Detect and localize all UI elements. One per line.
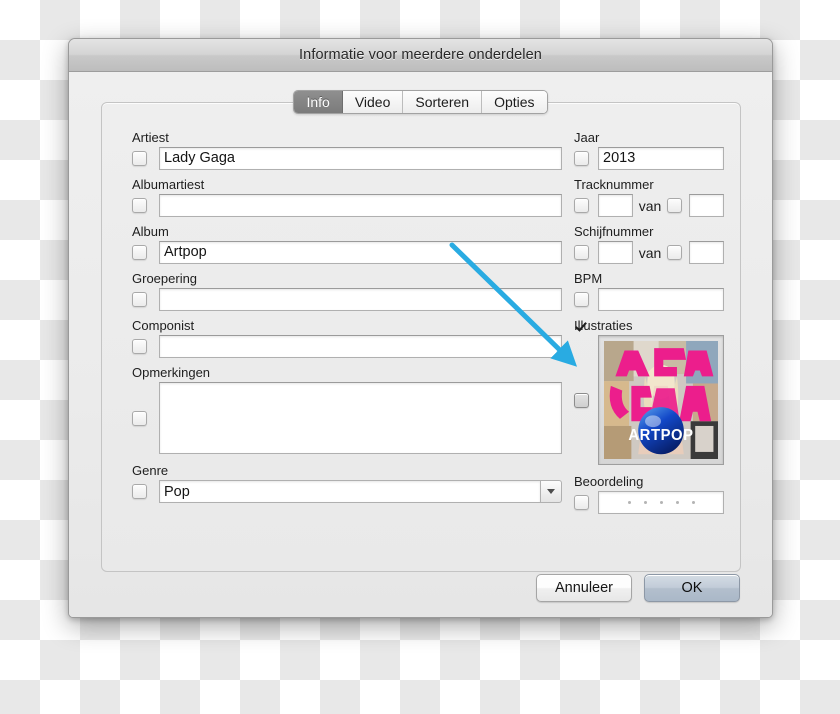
svg-text:ARTPOP: ARTPOP [628,427,693,444]
checkbox-artiest[interactable] [132,151,147,166]
row-jaar: 2013 [574,147,724,170]
textarea-opmerkingen[interactable] [159,382,562,454]
cancel-button[interactable]: Annuleer [536,574,632,602]
rating-star-3[interactable] [659,501,663,504]
field-jaar: Jaar 2013 [574,131,724,170]
tab-strip: Info Video Sorteren Opties [69,90,772,114]
tab-group: Info Video Sorteren Opties [293,90,548,114]
row-genre: Pop [132,480,562,503]
genre-select[interactable]: Pop [159,480,562,503]
input-groepering[interactable] [159,288,562,311]
label-tracknummer-van: van [638,197,662,214]
rating-star-5[interactable] [691,501,695,504]
field-illustraties: Illustraties ARTPOP [574,319,724,465]
album-artwork-image: ARTPOP [604,341,718,459]
input-tracknummer[interactable] [598,194,633,217]
row-groepering [132,288,562,311]
input-tracknummer-total[interactable] [689,194,724,217]
row-opmerkingen [132,382,562,454]
checkbox-componist[interactable] [132,339,147,354]
label-genre: Genre [132,463,169,478]
input-jaar[interactable]: 2013 [598,147,724,170]
dialog-titlebar: Informatie voor meerdere onderdelen [69,39,772,72]
right-field-column: Jaar 2013 Tracknummer van Schijfnummer v… [574,131,724,522]
checkbox-opmerkingen[interactable] [132,410,147,426]
ok-button[interactable]: OK [644,574,740,602]
row-bpm [574,288,724,311]
label-groepering: Groepering [132,271,198,286]
field-tracknummer: Tracknummer van [574,178,724,217]
field-genre: Genre Pop [132,464,562,503]
row-tracknummer: van [574,194,724,217]
row-illustraties: ARTPOP [574,335,724,465]
tab-opties[interactable]: Opties [482,91,547,113]
field-artiest: Artiest Lady Gaga [132,131,562,170]
label-illustraties: Illustraties [574,318,633,333]
label-artiest: Artiest [132,130,169,145]
row-schijfnummer: van [574,241,724,264]
checkbox-tracknummer-total[interactable] [667,198,683,213]
rating-star-1[interactable] [627,501,631,504]
field-groepering: Groepering [132,272,562,311]
label-componist: Componist [132,318,195,333]
row-album: Artpop [132,241,562,264]
row-albumartiest [132,194,562,217]
rating-star-2[interactable] [643,501,647,504]
tab-sorteren[interactable]: Sorteren [403,91,483,113]
checkbox-genre[interactable] [132,484,147,499]
info-panel: Artiest Lady Gaga Albumartiest Album Art… [101,102,741,572]
label-bpm: BPM [574,271,603,286]
label-albumartiest: Albumartiest [132,177,205,192]
checkbox-bpm[interactable] [574,292,589,307]
input-bpm[interactable] [598,288,724,311]
field-beoordeling: Beoordeling [574,475,724,514]
label-jaar: Jaar [574,130,600,145]
dialog-footer: Annuleer OK [536,574,740,602]
tab-video[interactable]: Video [342,91,404,113]
row-artiest: Lady Gaga [132,147,562,170]
checkbox-albumartiest[interactable] [132,198,147,213]
label-opmerkingen: Opmerkingen [132,365,211,380]
checkbox-beoordeling[interactable] [574,495,589,510]
dialog-body: Info Video Sorteren Opties Artiest Lady … [69,72,772,617]
checkbox-schijfnummer-total[interactable] [667,245,683,260]
checkbox-album[interactable] [132,245,147,260]
label-album: Album [132,224,169,239]
input-album[interactable]: Artpop [159,241,562,264]
row-componist [132,335,562,358]
input-albumartiest[interactable] [159,194,562,217]
label-beoordeling: Beoordeling [574,474,644,489]
dialog-title: Informatie voor meerdere onderdelen [299,47,542,63]
artwork-well[interactable]: ARTPOP [598,335,724,465]
input-schijfnummer-total[interactable] [689,241,724,264]
genre-select-value[interactable]: Pop [159,480,540,503]
label-schijfnummer: Schijfnummer [574,224,654,239]
screenshot-canvas: Informatie voor meerdere onderdelen Info… [0,0,840,714]
input-componist[interactable] [159,335,562,358]
chevron-down-icon[interactable] [540,480,562,503]
rating-control[interactable] [598,491,724,514]
rating-star-4[interactable] [675,501,679,504]
label-tracknummer: Tracknummer [574,177,654,192]
input-schijfnummer[interactable] [598,241,633,264]
field-bpm: BPM [574,272,724,311]
input-artiest[interactable]: Lady Gaga [159,147,562,170]
checkbox-groepering[interactable] [132,292,147,307]
field-componist: Componist [132,319,562,358]
checkbox-tracknummer[interactable] [574,198,589,213]
field-albumartiest: Albumartiest [132,178,562,217]
field-album: Album Artpop [132,225,562,264]
field-schijfnummer: Schijfnummer van [574,225,724,264]
multiple-items-info-dialog: Informatie voor meerdere onderdelen Info… [68,38,773,618]
tab-info[interactable]: Info [294,91,343,113]
checkbox-jaar[interactable] [574,151,589,166]
left-field-column: Artiest Lady Gaga Albumartiest Album Art… [132,131,562,511]
label-schijfnummer-van: van [638,244,662,261]
checkbox-schijfnummer[interactable] [574,245,589,260]
row-beoordeling [574,491,724,514]
checkbox-illustraties[interactable] [574,392,589,408]
field-opmerkingen: Opmerkingen [132,366,562,454]
